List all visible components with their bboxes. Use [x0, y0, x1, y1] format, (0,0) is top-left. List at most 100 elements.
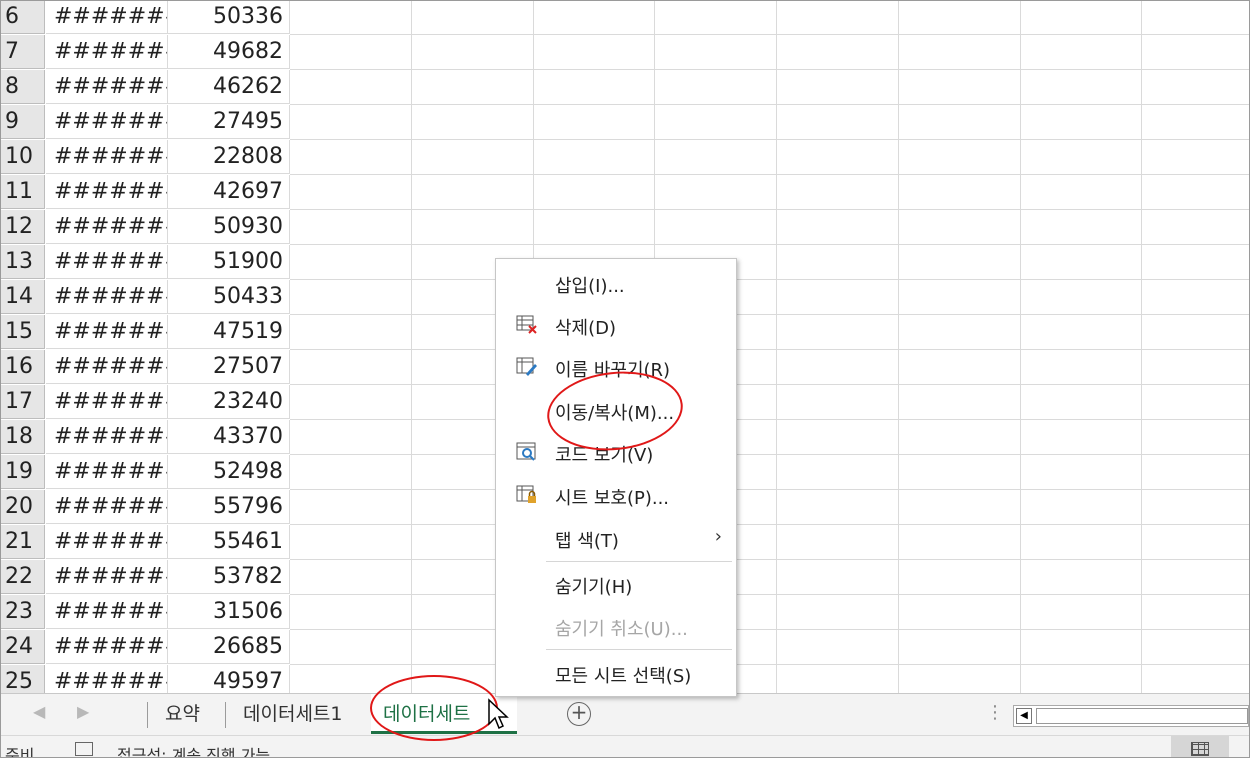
cell-empty[interactable]: [655, 70, 777, 105]
cell-date[interactable]: #######: [46, 35, 168, 69]
cell-empty[interactable]: [534, 210, 655, 245]
cell-empty[interactable]: [290, 385, 412, 420]
cell-empty[interactable]: [1021, 245, 1142, 280]
cell-empty[interactable]: [290, 420, 412, 455]
cell-empty[interactable]: [777, 70, 899, 105]
cell-date[interactable]: #######: [46, 420, 168, 454]
cell-value[interactable]: 43370: [168, 420, 290, 454]
cell-empty[interactable]: [899, 455, 1021, 490]
cell-empty[interactable]: [1021, 665, 1142, 693]
cell-empty[interactable]: [899, 560, 1021, 595]
cell-date[interactable]: #######: [46, 455, 168, 489]
horizontal-scrollbar[interactable]: ◀: [1013, 705, 1249, 727]
row-header[interactable]: 19: [1, 455, 45, 489]
row-header[interactable]: 23: [1, 595, 45, 629]
cell-empty[interactable]: [777, 245, 899, 280]
context-menu-item[interactable]: 삭제(D): [496, 305, 736, 345]
cell-empty[interactable]: [655, 1, 777, 35]
cell-empty[interactable]: [1142, 245, 1249, 280]
cell-value[interactable]: 55796: [168, 490, 290, 524]
cell-empty[interactable]: [899, 105, 1021, 140]
row-header[interactable]: 24: [1, 630, 45, 664]
cell-empty[interactable]: [1142, 210, 1249, 245]
cell-empty[interactable]: [899, 350, 1021, 385]
cell-empty[interactable]: [1142, 455, 1249, 490]
context-menu-item[interactable]: 탭 색(T) ›: [496, 518, 736, 558]
cell-empty[interactable]: [1142, 595, 1249, 630]
row-header[interactable]: 11: [1, 175, 45, 209]
cell-value[interactable]: 49597: [168, 665, 290, 693]
cell-date[interactable]: #######: [46, 105, 168, 139]
cell-empty[interactable]: [412, 175, 534, 210]
cell-empty[interactable]: [777, 525, 899, 560]
context-menu-item[interactable]: 이동/복사(M)...: [496, 390, 736, 430]
cell-empty[interactable]: [777, 105, 899, 140]
cell-empty[interactable]: [899, 210, 1021, 245]
cell-date[interactable]: #######: [46, 350, 168, 384]
cell-empty[interactable]: [290, 315, 412, 350]
cell-empty[interactable]: [412, 1, 534, 35]
cell-value[interactable]: 27507: [168, 350, 290, 384]
cell-empty[interactable]: [899, 245, 1021, 280]
cell-empty[interactable]: [1142, 315, 1249, 350]
cell-empty[interactable]: [1021, 175, 1142, 210]
cell-value[interactable]: 26685: [168, 630, 290, 664]
cell-empty[interactable]: [290, 140, 412, 175]
cell-date[interactable]: #######: [46, 315, 168, 349]
cell-empty[interactable]: [1021, 105, 1142, 140]
cell-date[interactable]: #######: [46, 140, 168, 174]
cell-empty[interactable]: [1142, 525, 1249, 560]
tab-scroll-prev-button[interactable]: ◀: [33, 702, 45, 721]
cell-empty[interactable]: [899, 385, 1021, 420]
cell-empty[interactable]: [412, 35, 534, 70]
row-header[interactable]: 6: [1, 1, 45, 34]
cell-empty[interactable]: [534, 70, 655, 105]
cell-empty[interactable]: [777, 560, 899, 595]
cell-empty[interactable]: [655, 35, 777, 70]
row-header[interactable]: 22: [1, 560, 45, 594]
cell-empty[interactable]: [777, 455, 899, 490]
cell-empty[interactable]: [534, 140, 655, 175]
cell-empty[interactable]: [1021, 1, 1142, 35]
cell-empty[interactable]: [1142, 665, 1249, 693]
cell-empty[interactable]: [1021, 525, 1142, 560]
cell-empty[interactable]: [1142, 630, 1249, 665]
cell-empty[interactable]: [1021, 140, 1142, 175]
context-menu-item[interactable]: 삽입(I)...: [496, 263, 736, 303]
cell-date[interactable]: #######: [46, 490, 168, 524]
row-header[interactable]: 21: [1, 525, 45, 559]
cell-empty[interactable]: [290, 175, 412, 210]
cell-empty[interactable]: [777, 210, 899, 245]
cell-empty[interactable]: [412, 210, 534, 245]
macro-record-icon[interactable]: [75, 742, 93, 756]
cell-empty[interactable]: [534, 105, 655, 140]
cell-value[interactable]: 47519: [168, 315, 290, 349]
cell-date[interactable]: #######: [46, 595, 168, 629]
cell-empty[interactable]: [655, 175, 777, 210]
cell-empty[interactable]: [899, 490, 1021, 525]
cell-empty[interactable]: [1021, 280, 1142, 315]
cell-empty[interactable]: [899, 595, 1021, 630]
accessibility-status[interactable]: 접근성: 계속 진행 가능: [117, 742, 270, 757]
cell-empty[interactable]: [777, 350, 899, 385]
cell-date[interactable]: #######: [46, 175, 168, 209]
cell-empty[interactable]: [290, 245, 412, 280]
cell-empty[interactable]: [290, 105, 412, 140]
cell-empty[interactable]: [899, 1, 1021, 35]
row-header[interactable]: 18: [1, 420, 45, 454]
cell-empty[interactable]: [777, 175, 899, 210]
cell-value[interactable]: 50930: [168, 210, 290, 244]
cell-empty[interactable]: [290, 210, 412, 245]
cell-empty[interactable]: [1142, 280, 1249, 315]
row-header[interactable]: 7: [1, 35, 45, 69]
cell-empty[interactable]: [290, 1, 412, 35]
tab-scroll-next-button[interactable]: ▶: [77, 702, 89, 721]
cell-empty[interactable]: [777, 280, 899, 315]
cell-date[interactable]: #######: [46, 210, 168, 244]
cell-empty[interactable]: [290, 665, 412, 693]
cell-empty[interactable]: [777, 490, 899, 525]
cell-empty[interactable]: [1021, 420, 1142, 455]
sheet-tab-dataset1[interactable]: 데이터세트1: [231, 694, 355, 734]
cell-empty[interactable]: [899, 35, 1021, 70]
cell-empty[interactable]: [1021, 490, 1142, 525]
